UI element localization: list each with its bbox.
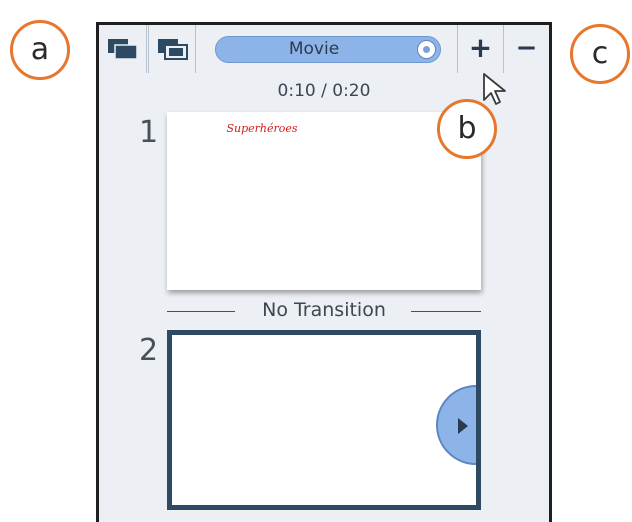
callout-b: b [437,99,497,159]
slide-thumbnail-2-selected[interactable] [167,330,481,510]
view-slides-stack-button[interactable] [99,25,147,73]
callout-c: c [570,24,630,84]
view-slides-grid-button[interactable] [148,25,196,73]
movie-label: Movie [288,39,340,59]
zoom-in-button[interactable]: + [457,25,503,73]
slides-stack-icon [108,39,138,60]
play-icon [458,418,468,434]
play-slide-button[interactable] [436,385,476,465]
slides-grid-icon [158,39,188,60]
divider-line [411,311,481,312]
mouse-pointer-icon [483,73,506,105]
zoom-out-button[interactable]: − [503,25,549,73]
slide-thumbnail-1[interactable]: Superhéroes [167,112,481,290]
slide-title: Superhéroes [226,122,298,135]
movie-toggle-knob[interactable] [417,40,436,59]
transition-divider[interactable]: No Transition [167,299,481,323]
callout-a: a [10,20,70,80]
toolbar: Movie + − [99,25,549,73]
slide-number: 2 [139,333,159,368]
slide-number: 1 [139,115,159,150]
movie-toggle[interactable]: Movie [215,36,441,63]
transition-label: No Transition [262,299,386,321]
